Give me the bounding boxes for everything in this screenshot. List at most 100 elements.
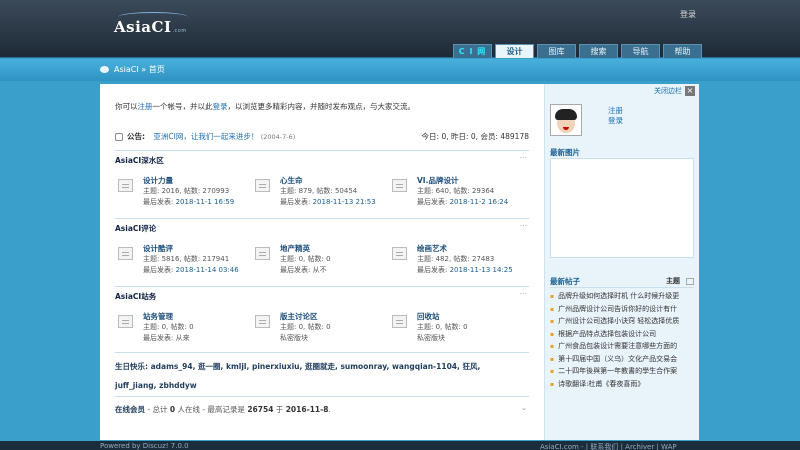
list-view-icon[interactable] [686, 277, 694, 285]
collapse-icon[interactable]: ⋯ [520, 153, 528, 162]
list-item[interactable]: 品牌升级如何选择时机 什么时候升级更 [550, 290, 694, 303]
announcement-link[interactable]: 亚洲CI网，让我们一起来进步！ [153, 132, 258, 141]
nav-tab-design[interactable]: 设计 [495, 44, 534, 58]
online-mid2: 于 [273, 405, 286, 414]
breadcrumb-home[interactable]: AsiaCI [114, 65, 139, 74]
collapse-icon[interactable]: ⌄ [521, 403, 527, 412]
forum-stats: 主题: 482, 帖数: 27483 [417, 255, 495, 263]
forum-document-icon [255, 247, 270, 260]
forum-last-post: 最后发表: 2018-11-2 16:24 [417, 197, 508, 207]
breadcrumb-sep: » [138, 65, 149, 74]
avatar-hair [555, 109, 577, 120]
site-logo[interactable]: AsiaCI.com [114, 12, 188, 36]
new-posts-header: 最新帖子 主题 [550, 276, 694, 288]
online-mid: 人在线 - 最高记录是 [175, 405, 248, 414]
list-item[interactable]: 广州食品包装设计需要注意哪些方面的 [550, 340, 694, 353]
list-item[interactable]: 二十四年後與第一年教書的學生合作案 [550, 365, 694, 378]
forum-section-admin: AsiaCI站务 ⋯ 站务管理 主题: 0, 帖数: 0 最后发表: 从来 版主… [115, 286, 529, 352]
nav-tab-gallery[interactable]: 图库 [537, 44, 576, 58]
last-post-time: 从来 [175, 334, 190, 342]
last-post-time[interactable]: 2018-11-1 16:59 [176, 198, 235, 206]
forum-stats: 主题: 0, 帖数: 0 [143, 323, 194, 331]
birthday-line-2[interactable]: juff_jiang, zbhddyw [115, 376, 529, 395]
forum-name[interactable]: 心生命 [280, 175, 303, 186]
topic-tab[interactable]: 主题 [666, 277, 680, 285]
footer: Powered by Discuz! 7.0.0 AsiaCI.com - | … [0, 441, 800, 450]
list-item[interactable]: 广州品牌设计公司告诉你好的设计有什 [550, 303, 694, 316]
last-label: 最后发表: [143, 334, 176, 342]
breadcrumb-current: 首页 [148, 65, 165, 74]
new-posts-title: 最新帖子 [550, 277, 580, 286]
online-end: . [328, 405, 331, 414]
last-post-time[interactable]: 2018-11-13 14:25 [450, 266, 513, 274]
section-title[interactable]: AsiaCI站务 [115, 287, 529, 302]
forum-name[interactable]: VI.品牌设计 [417, 175, 458, 186]
forum-name[interactable]: 绘画艺术 [417, 243, 447, 254]
forum-document-icon [392, 315, 407, 328]
welcome-post: ，以浏览更多精彩内容，并随时发布观点，与大家交流。 [227, 102, 416, 111]
forum-name[interactable]: 版主讨论区 [280, 311, 318, 322]
last-label: 最后发表: [417, 266, 450, 274]
nav-tab-navigation[interactable]: 导航 [621, 44, 660, 58]
welcome-mid: 一个帐号，并以此 [152, 102, 213, 111]
forum-last-post: 最后发表: 从不 [280, 265, 327, 275]
online-record-date: 2016-11-8 [285, 405, 329, 414]
forum-stats: 主题: 2016, 帖数: 270993 [143, 187, 230, 195]
forum-name[interactable]: 回收站 [417, 311, 440, 322]
online-members-title[interactable]: 在线会员 [115, 405, 145, 414]
top-login-link[interactable]: 登录 [680, 9, 696, 20]
list-item[interactable]: 诗歌翻译:杜甫《春夜喜雨》 [550, 378, 694, 391]
list-item[interactable]: 根据产品特点选择包装设计公司 [550, 328, 694, 341]
forum-name[interactable]: 设计力量 [143, 175, 173, 186]
forum-last-post: 最后发表: 2018-11-13 21:53 [280, 197, 376, 207]
footer-links[interactable]: AsiaCI.com - | 联系我们 | Archiver | WAP [540, 442, 677, 450]
close-sidebar[interactable]: 关闭边栏 × [654, 86, 695, 96]
birthday-line-1[interactable]: 生日快乐: adams_94, 逛一圈, kmljl, pinerxiuxiu,… [115, 357, 529, 376]
last-post-time: 从不 [312, 266, 327, 274]
welcome-register-link[interactable]: 注册 [138, 102, 153, 111]
forum-document-icon [392, 179, 407, 192]
breadcrumb: AsiaCI » 首页 [0, 59, 800, 81]
main-column: 你可以注册一个帐号，并以此登录，以浏览更多精彩内容，并随时发布观点，与大家交流。… [100, 84, 544, 440]
sidebar-login-link[interactable]: 登录 [608, 116, 623, 125]
private-label: 私密版块 [280, 334, 308, 342]
forum-stats: 主题: 0, 帖数: 0 [280, 323, 331, 331]
footer-powered: Powered by Discuz! 7.0.0 [100, 442, 189, 450]
forum-stats: 主题: 640, 帖数: 29364 [417, 187, 495, 195]
new-posts-list: 品牌升级如何选择时机 什么时候升级更 广州品牌设计公司告诉你好的设计有什 广州设… [550, 290, 694, 390]
last-post-time[interactable]: 2018-11-13 21:53 [313, 198, 376, 206]
logo-domain: .com [172, 28, 187, 34]
announcement-label: 公告: [127, 132, 145, 141]
list-item[interactable]: 第十四届中国（义乌）文化产品交易会 [550, 353, 694, 366]
new-images-title: 最新图片 [550, 148, 580, 157]
forum-name[interactable]: 地产精英 [280, 243, 310, 254]
last-label: 最后发表: [143, 198, 176, 206]
announcement-icon [115, 133, 123, 141]
sidebar-register-link[interactable]: 注册 [608, 106, 623, 115]
section-title[interactable]: AsiaCI评论 [115, 219, 529, 234]
close-icon[interactable]: × [685, 86, 695, 96]
nav-tab-help[interactable]: 帮助 [663, 44, 702, 58]
avatar [550, 104, 582, 136]
main-nav: C I 网 设计 图库 搜索 导航 帮助 [453, 44, 702, 58]
last-post-time[interactable]: 2018-11-14 03:46 [176, 266, 239, 274]
collapse-icon[interactable]: ⋯ [520, 289, 528, 298]
section-title[interactable]: AsiaCI深水区 [115, 151, 529, 166]
welcome-login-link[interactable]: 登录 [213, 102, 228, 111]
nav-tab-search[interactable]: 搜索 [579, 44, 618, 58]
list-item[interactable]: 广州设计公司选择小诀窍 轻松选择优质 [550, 315, 694, 328]
forum-last-post: 最后发表: 2018-11-14 03:46 [143, 265, 239, 275]
forum-name[interactable]: 站务管理 [143, 311, 173, 322]
online-pre: - 总计 [145, 405, 170, 414]
collapse-icon[interactable]: ⋯ [520, 221, 528, 230]
new-images-box [550, 158, 694, 258]
announcement-date: (2004-7-6) [260, 133, 296, 141]
forum-name[interactable]: 设计酷评 [143, 243, 173, 254]
forum-document-icon [392, 247, 407, 260]
last-label: 最后发表: [280, 266, 313, 274]
private-label: 私密版块 [417, 334, 445, 342]
welcome-pre: 你可以 [115, 102, 138, 111]
close-sidebar-label[interactable]: 关闭边栏 [654, 87, 682, 95]
last-post-time[interactable]: 2018-11-2 16:24 [450, 198, 509, 206]
nav-tab-ci[interactable]: C I 网 [453, 44, 492, 58]
